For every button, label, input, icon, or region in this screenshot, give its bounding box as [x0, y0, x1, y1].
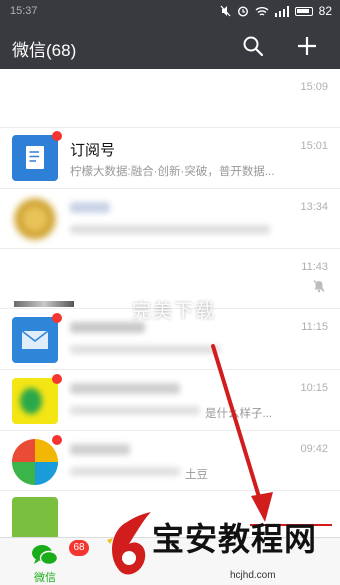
- watermark-text: 完美下载: [132, 301, 217, 322]
- unread-dot: [52, 131, 62, 141]
- chat-time: 13:34: [300, 201, 328, 213]
- tab-label: 微信: [34, 572, 56, 584]
- chat-row[interactable]: 土豆 09:42: [0, 431, 340, 491]
- chat-avatar: [12, 378, 58, 424]
- chat-avatar: [12, 317, 58, 363]
- unread-badge: 68: [69, 540, 89, 556]
- chat-time: 11:15: [301, 321, 328, 333]
- subscriptions-avatar: [12, 135, 58, 181]
- unread-dot: [52, 374, 62, 384]
- alarm-icon: [237, 6, 248, 17]
- chat-name-blurred: [70, 322, 145, 333]
- chat-time: 10:15: [300, 382, 328, 394]
- chat-row-subscriptions[interactable]: 订阅号 柠檬大数据:融合·创新·突破，普开数据... 15:01: [0, 128, 340, 189]
- chat-name-blurred: [70, 444, 130, 455]
- battery-level: 82: [318, 4, 332, 18]
- status-bar: 15:37 82: [0, 0, 340, 24]
- chat-row[interactable]: 13:34: [0, 189, 340, 249]
- signal-icon: [274, 5, 289, 17]
- chat-time: 15:01: [300, 140, 328, 152]
- add-icon[interactable]: [296, 35, 318, 57]
- chat-row[interactable]: 是什么样子... 10:15: [0, 370, 340, 431]
- chat-name: 订阅号: [70, 142, 116, 159]
- chat-name-blurred: [70, 202, 110, 213]
- status-icons: 82: [220, 4, 332, 18]
- search-icon[interactable]: [242, 35, 264, 57]
- page-title: 微信(68): [12, 41, 77, 60]
- chat-avatar: [12, 439, 58, 485]
- tab-wechat[interactable]: 68 微信: [20, 540, 89, 584]
- annotation-arrow: [211, 344, 273, 522]
- chat-time: 15:09: [300, 81, 328, 93]
- brand-name: 宝安教程网: [152, 520, 318, 558]
- chat-bubbles-icon: [32, 545, 59, 566]
- chat-name-blurred: [70, 383, 180, 394]
- partial-image-strip: [14, 301, 74, 307]
- brand-logo-icon: [107, 512, 151, 575]
- chat-preview-blurred: [70, 225, 270, 234]
- chat-preview-blurred: [70, 467, 180, 476]
- brand-url: hcjhd.com: [230, 570, 276, 581]
- unread-dot: [52, 313, 62, 323]
- brand-overlay: 宝安教程网 hcjhd.com: [105, 510, 340, 585]
- app-header: 微信(68): [0, 24, 340, 69]
- battery-icon: [294, 6, 313, 16]
- unread-dot: [52, 435, 62, 445]
- mute-icon: [220, 5, 231, 17]
- chat-preview-blurred: [70, 406, 200, 415]
- chat-preview-blurred: [70, 345, 220, 354]
- chat-time: 11:43: [301, 261, 328, 273]
- wifi-icon: [255, 6, 269, 16]
- mail-icon: [21, 330, 49, 349]
- mute-notifications-icon: [313, 280, 325, 293]
- chat-avatar: [12, 196, 58, 242]
- chat-row[interactable]: 15:09: [0, 69, 340, 128]
- chat-preview: 柠檬大数据:融合·创新·突破，普开数据...: [70, 166, 275, 178]
- chat-time: 09:42: [300, 443, 328, 455]
- document-icon: [26, 146, 44, 169]
